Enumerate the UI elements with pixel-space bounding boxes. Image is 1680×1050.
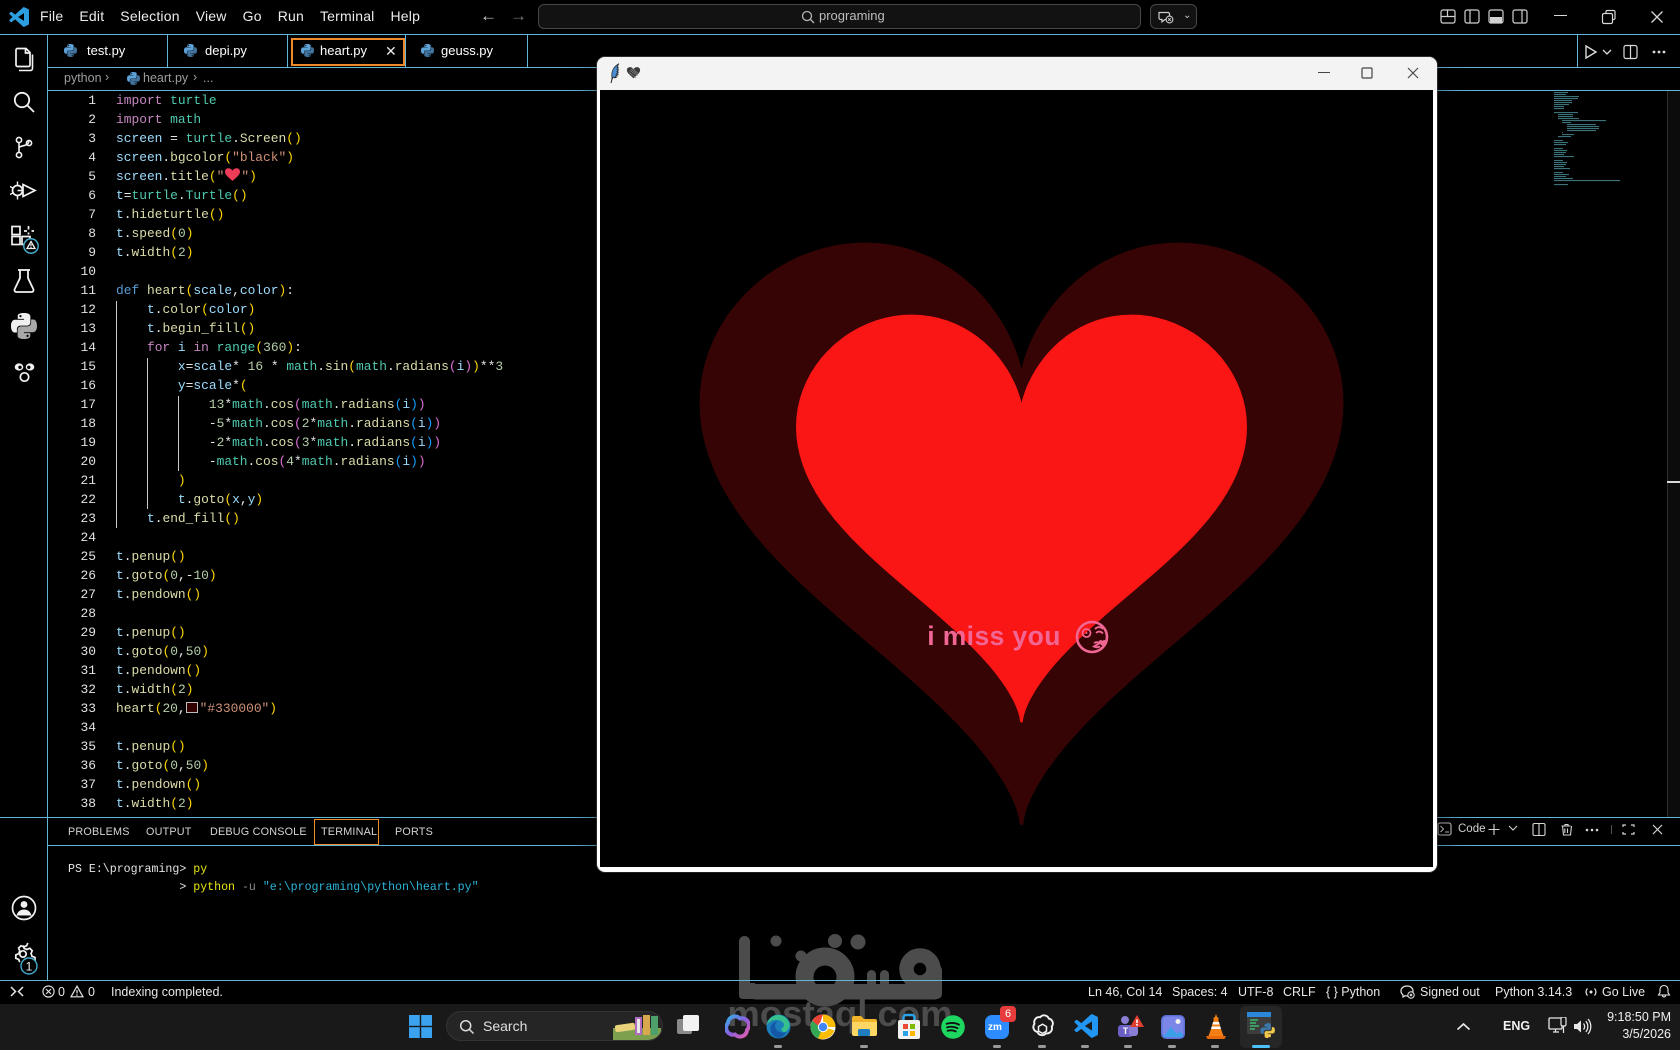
svg-text:T: T <box>1123 1026 1129 1036</box>
svg-text:i miss you: i miss you <box>927 621 1061 651</box>
